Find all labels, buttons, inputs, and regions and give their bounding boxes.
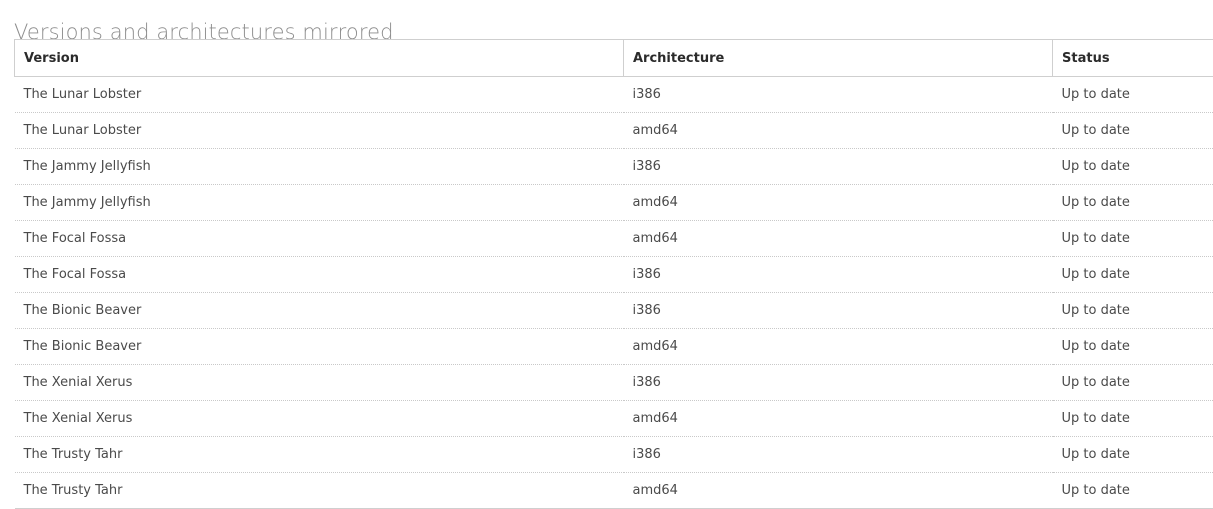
table-row: The Trusty Tahri386Up to date [15, 437, 1213, 473]
cell-status: Up to date [1053, 437, 1213, 473]
column-header-architecture: Architecture [624, 40, 1053, 77]
table-row: The Xenial Xerusi386Up to date [15, 365, 1213, 401]
cell-architecture: amd64 [624, 185, 1053, 221]
cell-status: Up to date [1053, 329, 1213, 365]
cell-status: Up to date [1053, 221, 1213, 257]
column-header-version: Version [15, 40, 624, 77]
cell-version: The Trusty Tahr [15, 473, 624, 509]
mirror-table-container: Version Architecture Status The Lunar Lo… [14, 39, 1213, 509]
cell-version: The Bionic Beaver [15, 293, 624, 329]
cell-architecture: i386 [624, 293, 1053, 329]
table-row: The Jammy Jellyfishi386Up to date [15, 149, 1213, 185]
cell-version: The Bionic Beaver [15, 329, 624, 365]
table-row: The Jammy Jellyfishamd64Up to date [15, 185, 1213, 221]
cell-architecture: amd64 [624, 401, 1053, 437]
cell-status: Up to date [1053, 113, 1213, 149]
cell-version: The Jammy Jellyfish [15, 185, 624, 221]
cell-version: The Focal Fossa [15, 221, 624, 257]
cell-architecture: i386 [624, 257, 1053, 293]
versions-architectures-table: Version Architecture Status The Lunar Lo… [14, 39, 1213, 509]
table-header: Version Architecture Status [15, 40, 1213, 77]
cell-architecture: amd64 [624, 473, 1053, 509]
cell-architecture: amd64 [624, 329, 1053, 365]
table-row: The Lunar Lobsteramd64Up to date [15, 113, 1213, 149]
cell-architecture: i386 [624, 77, 1053, 113]
cell-architecture: i386 [624, 437, 1053, 473]
table-row: The Focal Fossai386Up to date [15, 257, 1213, 293]
cell-architecture: i386 [624, 149, 1053, 185]
cell-status: Up to date [1053, 473, 1213, 509]
cell-status: Up to date [1053, 293, 1213, 329]
cell-status: Up to date [1053, 365, 1213, 401]
table-row: The Focal Fossaamd64Up to date [15, 221, 1213, 257]
table-header-row: Version Architecture Status [15, 40, 1213, 77]
cell-version: The Focal Fossa [15, 257, 624, 293]
cell-status: Up to date [1053, 401, 1213, 437]
table-row: The Bionic Beaveri386Up to date [15, 293, 1213, 329]
table-row: The Bionic Beaveramd64Up to date [15, 329, 1213, 365]
column-header-status: Status [1053, 40, 1213, 77]
cell-architecture: amd64 [624, 221, 1053, 257]
cell-architecture: amd64 [624, 113, 1053, 149]
table-row: The Trusty Tahramd64Up to date [15, 473, 1213, 509]
cell-version: The Trusty Tahr [15, 437, 624, 473]
cell-status: Up to date [1053, 257, 1213, 293]
cell-version: The Lunar Lobster [15, 113, 624, 149]
cell-version: The Xenial Xerus [15, 365, 624, 401]
cell-status: Up to date [1053, 77, 1213, 113]
cell-status: Up to date [1053, 185, 1213, 221]
table-row: The Xenial Xerusamd64Up to date [15, 401, 1213, 437]
cell-status: Up to date [1053, 149, 1213, 185]
table-body: The Lunar Lobsteri386Up to dateThe Lunar… [15, 77, 1213, 509]
cell-version: The Jammy Jellyfish [15, 149, 624, 185]
cell-version: The Lunar Lobster [15, 77, 624, 113]
table-row: The Lunar Lobsteri386Up to date [15, 77, 1213, 113]
cell-architecture: i386 [624, 365, 1053, 401]
cell-version: The Xenial Xerus [15, 401, 624, 437]
page-root: Versions and architectures mirrored Vers… [0, 0, 1213, 507]
